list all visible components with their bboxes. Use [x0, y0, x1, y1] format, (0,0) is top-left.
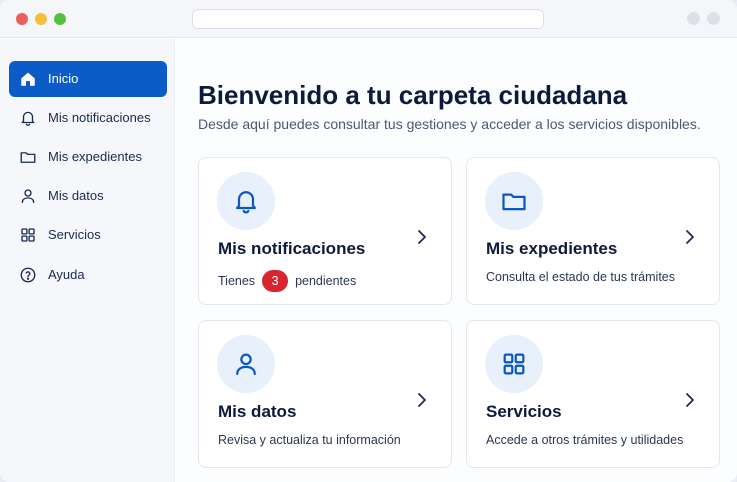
toolbar-button[interactable] [687, 12, 700, 25]
sidebar-item-notificaciones[interactable]: Mis notificaciones [9, 100, 167, 136]
chevron-right-icon [418, 393, 426, 407]
bell-icon [21, 111, 35, 126]
sidebar-item-label: Mis expedientes [48, 149, 142, 164]
card-description: Revisa y actualiza tu información [218, 433, 401, 447]
card-description: Consulta el estado de tus trámites [486, 270, 675, 284]
page-title: Bienvenido a tu carpeta ciudadana [198, 80, 628, 110]
chevron-right-icon [686, 230, 694, 244]
card-icon-circle [485, 335, 543, 393]
app-window: Inicio Mis notificaciones Mis expediente… [0, 0, 737, 482]
card-datos[interactable]: Mis datos Revisa y actualiza tu informac… [198, 320, 452, 468]
sidebar-item-inicio[interactable]: Inicio [9, 61, 167, 97]
sidebar-item-ayuda[interactable]: Ayuda [9, 257, 167, 293]
title-bar [0, 0, 737, 38]
toolbar-button[interactable] [707, 12, 720, 25]
grid-icon [21, 228, 35, 242]
sidebar-item-servicios[interactable]: Servicios [9, 217, 167, 253]
card-expedientes[interactable]: Mis expedientes Consulta el estado de tu… [466, 157, 720, 305]
grid-icon [503, 353, 525, 375]
chevron-right-icon [418, 230, 426, 244]
folder-icon [502, 193, 526, 211]
sidebar-item-label: Ayuda [48, 267, 85, 282]
address-bar[interactable] [192, 9, 544, 29]
sidebar-item-label: Mis notificaciones [48, 110, 151, 125]
home-icon [21, 72, 35, 86]
user-icon [21, 189, 35, 204]
card-desc-prefix: Tienes [218, 274, 256, 288]
folder-icon [20, 152, 36, 163]
card-icon-circle [217, 335, 275, 393]
card-desc-suffix: pendientes [295, 274, 357, 288]
card-description: Accede a otros trámites y utilidades [486, 433, 684, 447]
card-title: Mis notificaciones [218, 239, 366, 258]
card-title: Mis datos [218, 402, 297, 421]
sidebar-item-label: Mis datos [48, 188, 104, 203]
card-description: Tienes 3 pendientes [218, 270, 356, 292]
sidebar-item-label: Servicios [48, 227, 101, 242]
bell-icon [236, 191, 256, 214]
user-icon [236, 353, 256, 376]
sidebar: Inicio Mis notificaciones Mis expediente… [0, 39, 175, 482]
card-servicios[interactable]: Servicios Accede a otros trámites y util… [466, 320, 720, 468]
card-icon-circle [217, 172, 275, 230]
card-title: Mis expedientes [486, 239, 618, 258]
close-window-button[interactable] [16, 13, 28, 25]
card-title: Servicios [486, 402, 562, 421]
card-icon-circle [485, 172, 543, 230]
notification-count-badge: 3 [262, 270, 289, 292]
help-icon [20, 267, 36, 283]
sidebar-item-label: Inicio [48, 71, 79, 86]
sidebar-item-expedientes[interactable]: Mis expedientes [9, 139, 167, 175]
chevron-right-icon [686, 393, 694, 407]
card-notificaciones[interactable]: Mis notificaciones Tienes 3 pendientes [198, 157, 452, 305]
page-subtitle: Desde aquí puedes consultar tus gestione… [198, 116, 701, 132]
main-content: Bienvenido a tu carpeta ciudadana Desde … [176, 39, 737, 482]
minimize-window-button[interactable] [35, 13, 47, 25]
sidebar-item-datos[interactable]: Mis datos [9, 178, 167, 214]
maximize-window-button[interactable] [54, 13, 66, 25]
